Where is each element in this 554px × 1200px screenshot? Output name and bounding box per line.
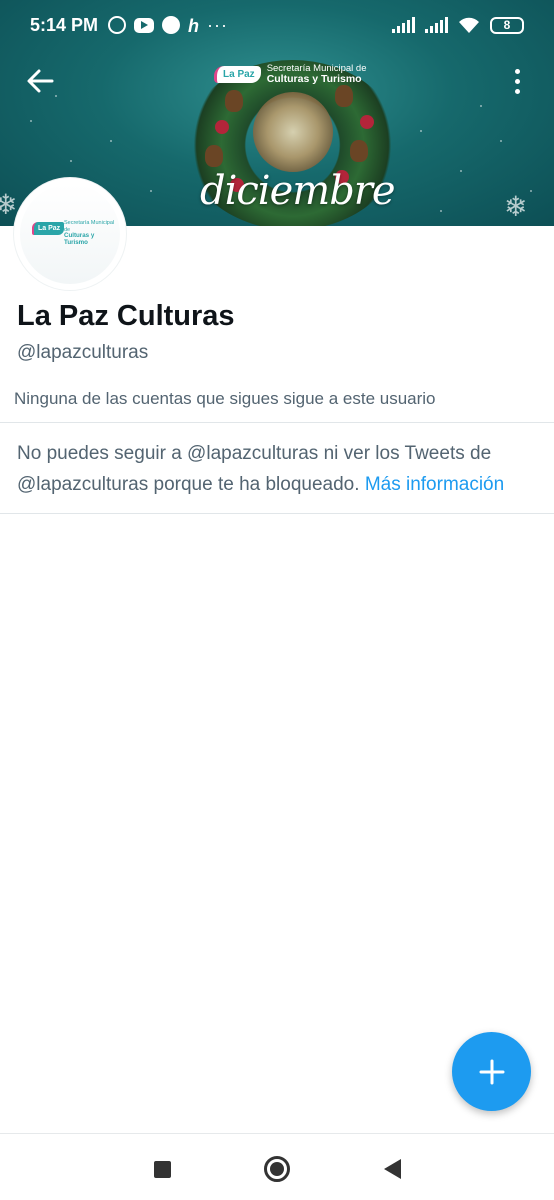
banner-logo-line2: Culturas y Turismo [266, 73, 362, 85]
snowflake-icon: ❄ [504, 191, 528, 222]
home-button[interactable] [262, 1154, 292, 1184]
signal-icon [425, 17, 448, 33]
status-bar: 5:14 PM h ··· 8 [0, 0, 554, 50]
banner-logo: La Paz Secretaría Municipal de Culturas … [214, 60, 374, 88]
status-app-icons: h ··· [108, 15, 228, 36]
status-right: 8 [392, 16, 524, 34]
banner-word: diciembre [200, 168, 396, 214]
wifi-icon [459, 17, 479, 33]
messenger-icon [108, 16, 127, 34]
signal-icon [392, 17, 415, 33]
compose-tweet-button[interactable] [452, 1032, 531, 1111]
more-vertical-icon [514, 68, 520, 74]
divider [0, 422, 554, 423]
app-icon [162, 16, 181, 34]
more-info-link[interactable]: Más información [365, 474, 504, 495]
triangle-back-icon [383, 1159, 401, 1179]
avatar-logo-text: Secretaría Municipal de Culturas y Turis… [64, 220, 116, 246]
avatar-logo-line1: Secretaría Municipal de [64, 220, 115, 233]
avatar-image: La Paz Secretaría Municipal de Culturas … [20, 184, 120, 284]
avatar[interactable]: La Paz Secretaría Municipal de Culturas … [14, 178, 126, 290]
status-time: 5:14 PM [30, 14, 99, 35]
more-notifications-icon: ··· [207, 14, 229, 35]
plus-icon [479, 1059, 504, 1084]
more-options-button[interactable] [504, 64, 530, 98]
back-button[interactable] [22, 62, 60, 100]
banner-logo-badge: La Paz [214, 65, 261, 83]
followers-you-know-note: Ninguna de las cuentas que sigues sigue … [14, 389, 436, 408]
avatar-logo-badge: La Paz [32, 222, 65, 235]
divider [0, 513, 554, 514]
profile-handle: @lapazculturas [17, 342, 149, 363]
system-back-button[interactable] [377, 1154, 407, 1184]
nativity-image [253, 92, 333, 172]
circle-icon [264, 1156, 290, 1182]
youtube-icon [134, 17, 155, 33]
h-app-icon: h [188, 16, 200, 36]
snowflake-icon: ❄ [0, 189, 18, 220]
battery-icon: 8 [490, 16, 524, 34]
square-icon [153, 1160, 171, 1178]
banner-logo-text: Secretaría Municipal de Culturas y Turis… [266, 64, 367, 85]
arrow-left-icon [27, 69, 54, 93]
profile-name: La Paz Culturas [17, 300, 235, 332]
system-nav-bar [0, 1133, 554, 1200]
recent-apps-button[interactable] [147, 1154, 177, 1184]
avatar-logo-line2: Culturas y Turismo [64, 232, 95, 246]
blocked-message: No puedes seguir a @lapazculturas ni ver… [17, 438, 542, 500]
